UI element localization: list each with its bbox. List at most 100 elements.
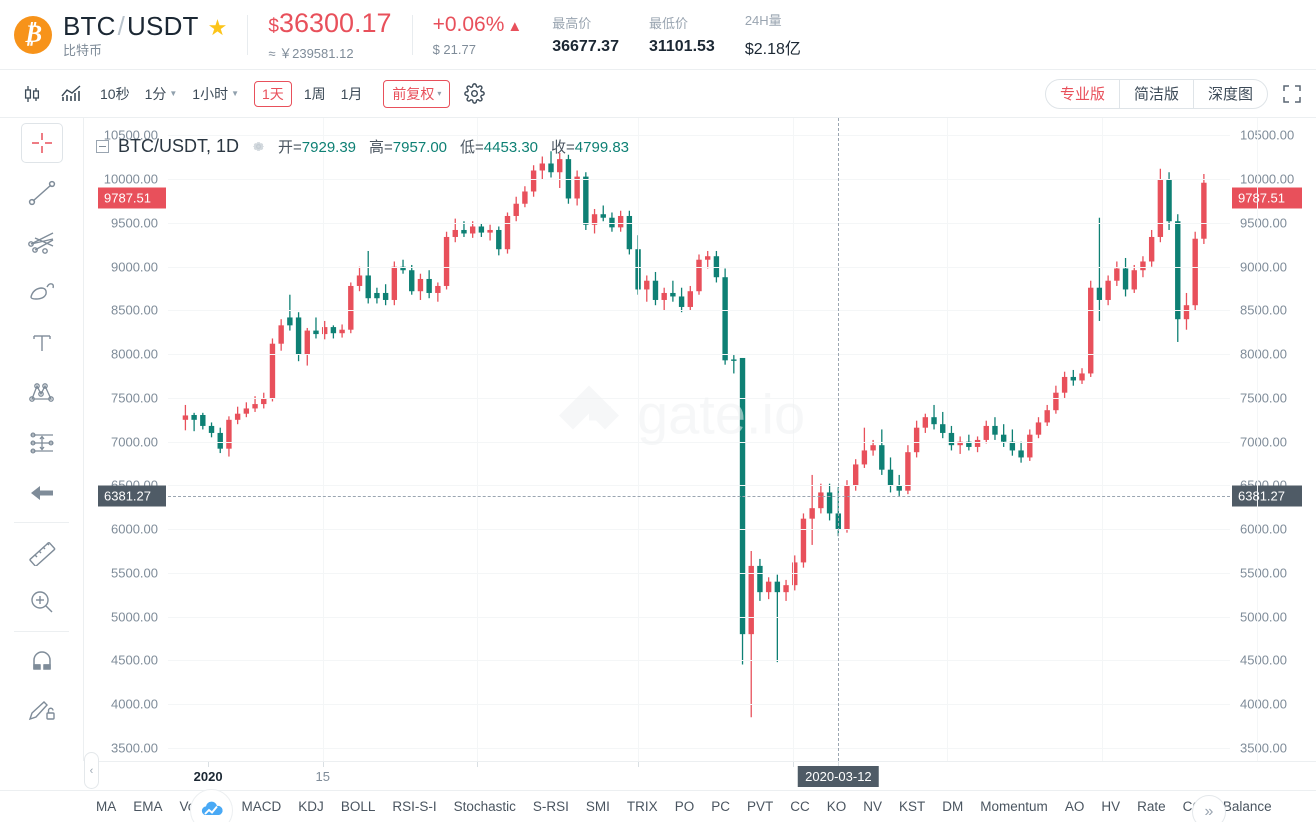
price-tick-label: 9500.00 [1240, 215, 1287, 231]
indicator-hv[interactable]: HV [1101, 799, 1120, 814]
candle [905, 445, 911, 495]
zoom-tool[interactable] [0, 577, 84, 627]
change-percent-value: +0.06% [432, 12, 505, 36]
gear-icon[interactable] [251, 139, 266, 154]
grid-line-horizontal [168, 704, 1230, 706]
indicator-kdj[interactable]: KDJ [298, 799, 324, 814]
chart-canvas-area[interactable]: 10500.00 10000.00 9500.00 9000.00 8500.00 800… [84, 118, 1316, 761]
timeframe-1m[interactable]: 1分 ▼ [145, 84, 178, 104]
ruler-tool[interactable] [0, 527, 84, 577]
grid-line-horizontal [168, 441, 1230, 443]
indicator-chart-icon[interactable] [60, 84, 82, 104]
stat-high: 最高价 36677.37 [552, 13, 619, 56]
candle [861, 427, 868, 468]
candle [304, 327, 310, 366]
price-tick-label: 9500.00 [111, 215, 158, 231]
indicator-smi[interactable]: SMI [586, 799, 610, 814]
indicator-stochastic[interactable]: Stochastic [454, 799, 516, 814]
indicator-po[interactable]: PO [675, 799, 695, 814]
stat-volume-value: $2.18亿 [744, 41, 801, 58]
indicator-ao[interactable]: AO [1065, 799, 1085, 814]
chevron-down-icon: ▼ [231, 89, 240, 98]
fullscreen-icon[interactable] [1282, 84, 1302, 104]
indicator-macd[interactable]: MACD [242, 799, 282, 814]
candle [913, 420, 920, 458]
stat-high-label: 最高价 [552, 16, 592, 31]
price-axis-left[interactable]: 10500.00 10000.00 9500.00 9000.00 8500.00 800… [84, 118, 168, 761]
indicator-rate[interactable]: Rate [1137, 799, 1166, 814]
pitchfork-tool[interactable] [0, 218, 84, 268]
price-axis-right[interactable]: 10500.00 10000.00 9500.00 9000.00 8500.00 800… [1230, 118, 1316, 761]
candlestick-plot[interactable]: gate.io [168, 118, 1258, 761]
price-tick-label: 5000.00 [111, 609, 158, 625]
collapse-drawing-toolbar-button[interactable]: ‹ [84, 752, 99, 789]
last-price-axis-label: 9787.51 [1232, 187, 1302, 209]
candlestick-type-icon[interactable] [22, 84, 42, 104]
view-mode-pro[interactable]: 专业版 [1046, 79, 1120, 108]
minus-box-icon[interactable] [96, 140, 109, 153]
indicator-kst[interactable]: KST [899, 799, 925, 814]
price-adjust-dropdown[interactable]: 前复权 ▾ [383, 79, 451, 108]
trendline-tool[interactable] [0, 168, 84, 218]
gear-icon[interactable] [464, 83, 486, 104]
timeframe-1mo[interactable]: 1月 [341, 84, 363, 104]
lock-tool[interactable] [0, 686, 84, 736]
timeframe-1d[interactable]: 1天 [254, 80, 292, 107]
indicator-dm[interactable]: DM [942, 799, 963, 814]
timeframe-10s[interactable]: 10秒 [100, 84, 130, 104]
candle [226, 416, 232, 457]
candle [557, 152, 563, 188]
candle [1035, 417, 1042, 439]
indicator-momentum[interactable]: Momentum [980, 799, 1048, 814]
price-tick-label: 10000.00 [103, 171, 158, 187]
indicator-rsi-s-i[interactable]: RSI-S-I [392, 799, 436, 814]
indicator-cc[interactable]: CC [790, 799, 810, 814]
text-tool[interactable] [0, 318, 84, 368]
crosshair-tool[interactable] [0, 118, 84, 168]
indicator-ko[interactable]: KO [827, 799, 847, 814]
legend-ohlc-high: 高=7957.00 [369, 136, 447, 157]
candle [931, 404, 937, 430]
brush-tool[interactable] [0, 268, 84, 318]
candle [1192, 231, 1198, 311]
indicator-nv[interactable]: NV [863, 799, 882, 814]
candle [644, 275, 650, 302]
price-tick-label: 7500.00 [111, 390, 158, 406]
indicator-pc[interactable]: PC [711, 799, 730, 814]
grid-line-vertical [1256, 118, 1258, 761]
view-mode-depth[interactable]: 深度图 [1194, 80, 1267, 108]
indicator-ma[interactable]: MA [96, 799, 116, 814]
indicator-s-rsi[interactable]: S-RSI [533, 799, 569, 814]
candle [922, 413, 929, 433]
arrow-tool[interactable] [0, 468, 84, 518]
candle [591, 208, 598, 234]
indicator-boll[interactable]: BOLL [341, 799, 376, 814]
grid-line-vertical [322, 118, 324, 761]
bitcoin-logo-icon: ₿ [14, 15, 52, 54]
candle [1079, 368, 1085, 384]
magnet-tool[interactable] [0, 636, 84, 686]
view-mode-simple[interactable]: 简洁版 [1120, 79, 1194, 108]
candle [539, 156, 546, 180]
time-axis[interactable]: 2020 15 2020-03-12 [84, 761, 1316, 790]
favorite-star-icon[interactable]: ★ [208, 15, 228, 41]
timeframe-1h-label: 1小时 [192, 85, 229, 102]
indicator-ema[interactable]: EMA [133, 799, 162, 814]
candle [374, 287, 380, 304]
timeframe-1h[interactable]: 1小时 ▼ [192, 84, 239, 104]
timeframe-10s-label: 10秒 [100, 85, 130, 102]
price-tick-label: 10500.00 [1240, 127, 1295, 143]
view-mode-group: 专业版 简洁版 深度图 [1044, 78, 1268, 109]
indicator-balance[interactable]: Balance [1223, 799, 1272, 814]
pattern-tool[interactable] [0, 368, 84, 418]
fib-tool[interactable] [0, 418, 84, 468]
price-tick-label: 7000.00 [111, 434, 158, 450]
candle [1061, 371, 1068, 398]
candle [409, 264, 415, 295]
candle [600, 205, 606, 222]
indicator-pvt[interactable]: PVT [747, 799, 773, 814]
go-to-latest-button[interactable]: » [1192, 795, 1226, 822]
timeframe-1w[interactable]: 1周 [304, 84, 326, 104]
candle [1044, 404, 1050, 426]
indicator-trix[interactable]: TRIX [627, 799, 658, 814]
